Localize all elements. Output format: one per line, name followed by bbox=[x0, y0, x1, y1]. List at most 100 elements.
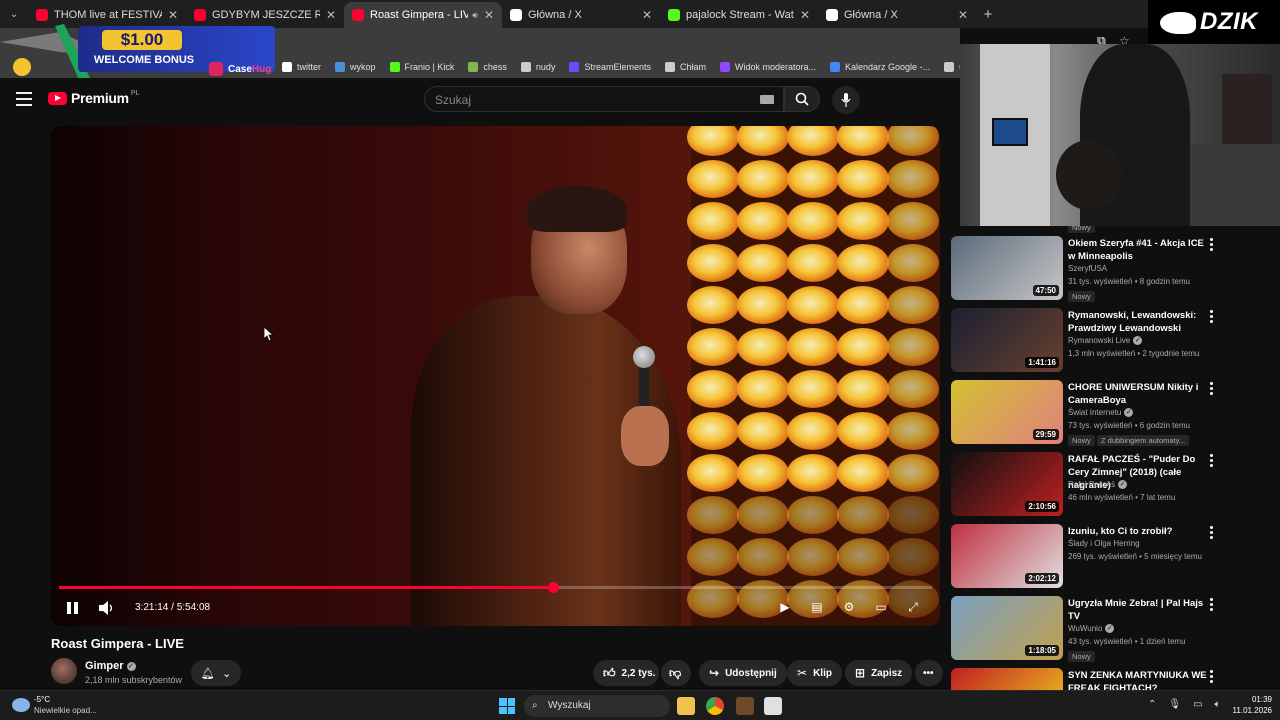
video-thumbnail[interactable]: 29:59 bbox=[951, 380, 1063, 444]
recommended-title[interactable]: Rymanowski, Lewandowski: Prawdziwy Lewan… bbox=[1068, 309, 1208, 335]
close-icon[interactable]: ✕ bbox=[800, 8, 810, 22]
microphone-icon[interactable]: 🎙︎ bbox=[1168, 699, 1181, 710]
weather-cloud-icon[interactable] bbox=[12, 698, 30, 712]
channel-name[interactable]: Gimper ✓ bbox=[85, 660, 136, 672]
speaker-icon[interactable]: 🔈︎ bbox=[1215, 699, 1221, 710]
share-button[interactable]: ↪ Udostępnij bbox=[699, 660, 787, 686]
video-thumbnail[interactable]: 47:50 bbox=[951, 236, 1063, 300]
like-button[interactable]: 👍︎ 2,2 tys. bbox=[593, 660, 659, 686]
windows-start-icon[interactable] bbox=[499, 698, 515, 714]
recommended-video[interactable]: 2:10:56 RAFAŁ PACZEŚ - "Puder Do Cery Zim… bbox=[951, 446, 1271, 518]
settings-gear-icon[interactable]: ⚙ bbox=[840, 598, 858, 616]
more-vertical-icon[interactable] bbox=[1210, 454, 1216, 469]
temperature[interactable]: -5°C bbox=[34, 695, 50, 704]
chrome-icon[interactable] bbox=[706, 697, 724, 715]
bookmark-item[interactable]: Kalendarz Google -... bbox=[830, 62, 930, 72]
more-actions-button[interactable]: ••• bbox=[915, 660, 943, 686]
taskbar-search[interactable]: Wyszukaj bbox=[524, 695, 670, 717]
recommended-channel[interactable]: Rafał Pacześ ✓ bbox=[1068, 480, 1128, 490]
save-button[interactable]: ⊞ Zapisz bbox=[845, 660, 913, 686]
browser-tab[interactable]: Roast Gimpera - LIVE - YouT🔊︎ ✕ bbox=[344, 2, 502, 28]
more-vertical-icon[interactable] bbox=[1210, 382, 1216, 397]
volume-icon[interactable] bbox=[99, 601, 115, 615]
miniplayer-icon[interactable]: ▭ bbox=[872, 598, 890, 616]
recommended-video[interactable]: 1:41:16 Rymanowski, Lewandowski: Prawdziw… bbox=[951, 302, 1271, 374]
video-player[interactable]: 3:21:14 / 5:54:08 ▶ ▤ ⚙ ▭ ⤢ bbox=[51, 126, 940, 626]
fullscreen-icon[interactable]: ⤢ bbox=[904, 598, 922, 616]
recommended-video[interactable]: 47:50 Okiem Szeryfa #41 - Akcja ICE w Min… bbox=[951, 230, 1271, 302]
recommended-title[interactable]: Okiem Szeryfa #41 - Akcja ICE w Minneapo… bbox=[1068, 237, 1208, 263]
streamer-webcam-overlay bbox=[960, 44, 1280, 226]
video-thumbnail[interactable]: 1:18:05 bbox=[951, 596, 1063, 660]
close-icon[interactable]: ✕ bbox=[958, 8, 968, 22]
voice-search-button[interactable] bbox=[832, 86, 860, 114]
more-vertical-icon[interactable] bbox=[1210, 670, 1216, 685]
recommended-video[interactable]: 2:02:12 Izuniu, kto Ci to zrobił? Ślady i … bbox=[951, 518, 1271, 590]
weather-description[interactable]: Niewielkie opad... bbox=[34, 706, 97, 715]
bookmark-item[interactable]: chess bbox=[468, 62, 507, 72]
recommended-title[interactable]: CHORE UNIWERSUM Nikity i CameraBoya bbox=[1068, 381, 1208, 407]
recommended-channel[interactable]: SzeryfUSA bbox=[1068, 264, 1107, 273]
stage-bulb bbox=[737, 126, 789, 156]
pause-icon[interactable] bbox=[67, 602, 79, 614]
search-input[interactable]: Szukaj bbox=[424, 86, 784, 112]
recommended-video[interactable]: 1:18:05 Ugryzła Mnie Zebra! | Pal Hajs TV… bbox=[951, 590, 1271, 662]
recommended-channel[interactable]: WuWunio ✓ bbox=[1068, 624, 1115, 634]
file-explorer-icon[interactable] bbox=[677, 697, 695, 715]
bookmark-item[interactable]: StreamElements bbox=[569, 62, 651, 72]
tab-label: Główna / X bbox=[844, 9, 898, 21]
subtitles-icon[interactable]: ▤ bbox=[808, 598, 826, 616]
clip-button[interactable]: ✂ Klip bbox=[787, 660, 842, 686]
close-icon[interactable]: ✕ bbox=[326, 8, 336, 22]
dislike-button[interactable]: 👎︎ bbox=[661, 660, 691, 686]
recommended-channel[interactable]: Rymanowski Live ✓ bbox=[1068, 336, 1143, 346]
more-vertical-icon[interactable] bbox=[1210, 598, 1216, 613]
casehug-logo-icon bbox=[209, 62, 223, 76]
close-icon[interactable]: ✕ bbox=[642, 8, 652, 22]
autoplay-toggle-icon[interactable]: ▶ bbox=[776, 598, 794, 616]
video-thumbnail[interactable]: 1:41:16 bbox=[951, 308, 1063, 372]
clock[interactable]: 01:39 11.01.2026 bbox=[1228, 694, 1272, 716]
video-thumbnail[interactable]: 2:02:12 bbox=[951, 524, 1063, 588]
browser-tab[interactable]: Główna / X ✕ bbox=[502, 2, 660, 28]
streaming-app-icon[interactable] bbox=[736, 697, 754, 715]
recommended-video[interactable]: 29:59 CHORE UNIWERSUM Nikity i CameraBoya… bbox=[951, 374, 1271, 446]
recommended-title[interactable]: Ugryzła Mnie Zebra! | Pal Hajs TV bbox=[1068, 597, 1208, 623]
recommended-title[interactable]: SYN ZENKA MARTYNIUKA WE FREAK FIGHTACH? … bbox=[1068, 669, 1208, 690]
ad-amount: $1.00 bbox=[102, 30, 182, 50]
bell-icon: 🔔︎ bbox=[200, 667, 215, 680]
more-vertical-icon[interactable] bbox=[1210, 526, 1216, 541]
video-thumbnail[interactable]: 2:10:56 bbox=[951, 452, 1063, 516]
recommended-channel[interactable]: Ślady i Olga Herring bbox=[1068, 539, 1140, 548]
more-vertical-icon[interactable] bbox=[1210, 310, 1216, 325]
notepad-icon[interactable] bbox=[764, 697, 782, 715]
notification-bell-button[interactable]: 🔔︎ ⌄ bbox=[191, 660, 241, 686]
channel-avatar[interactable] bbox=[51, 658, 77, 684]
youtube-logo[interactable]: Premium PL bbox=[48, 90, 139, 106]
chevron-up-icon[interactable]: ⌃ bbox=[1148, 699, 1156, 710]
new-tab-button[interactable]: + bbox=[976, 6, 1000, 23]
bookmark-item[interactable]: Franio | Kick bbox=[389, 62, 454, 72]
network-icon[interactable]: ▭ bbox=[1193, 699, 1202, 710]
recommended-channel[interactable]: Świat Internetu ✓ bbox=[1068, 408, 1134, 418]
close-icon[interactable]: ✕ bbox=[484, 8, 494, 22]
bookmark-item[interactable]: twitter bbox=[282, 62, 321, 72]
bookmark-item[interactable]: nudy bbox=[520, 62, 555, 72]
recommended-video[interactable]: SYN ZENKA MARTYNIUKA WE FREAK FIGHTACH? … bbox=[951, 662, 1271, 690]
bookmark-item[interactable]: Chłam bbox=[664, 62, 706, 72]
search-button[interactable] bbox=[784, 86, 820, 112]
keyboard-icon[interactable] bbox=[760, 95, 774, 104]
menu-icon[interactable] bbox=[16, 92, 32, 106]
browser-tab[interactable]: pajalock Stream - Watch Live o ✕ bbox=[660, 2, 818, 28]
bookmark-item[interactable]: Widok moderatora... bbox=[719, 62, 816, 72]
close-icon[interactable]: ✕ bbox=[168, 8, 178, 22]
video-thumbnail[interactable] bbox=[951, 668, 1063, 690]
progress-bar[interactable] bbox=[59, 582, 932, 593]
recommended-title[interactable]: Izuniu, kto Ci to zrobił? bbox=[1068, 525, 1208, 538]
more-vertical-icon[interactable] bbox=[1210, 238, 1216, 253]
twitch-icon bbox=[719, 62, 730, 72]
audio-playing-icon[interactable]: 🔊︎ bbox=[472, 10, 478, 21]
bookmark-item[interactable]: wykop bbox=[335, 62, 376, 72]
browser-tab[interactable]: Główna / X ✕ bbox=[818, 2, 976, 28]
bookmark-item[interactable]: ujeb link bbox=[944, 62, 960, 72]
